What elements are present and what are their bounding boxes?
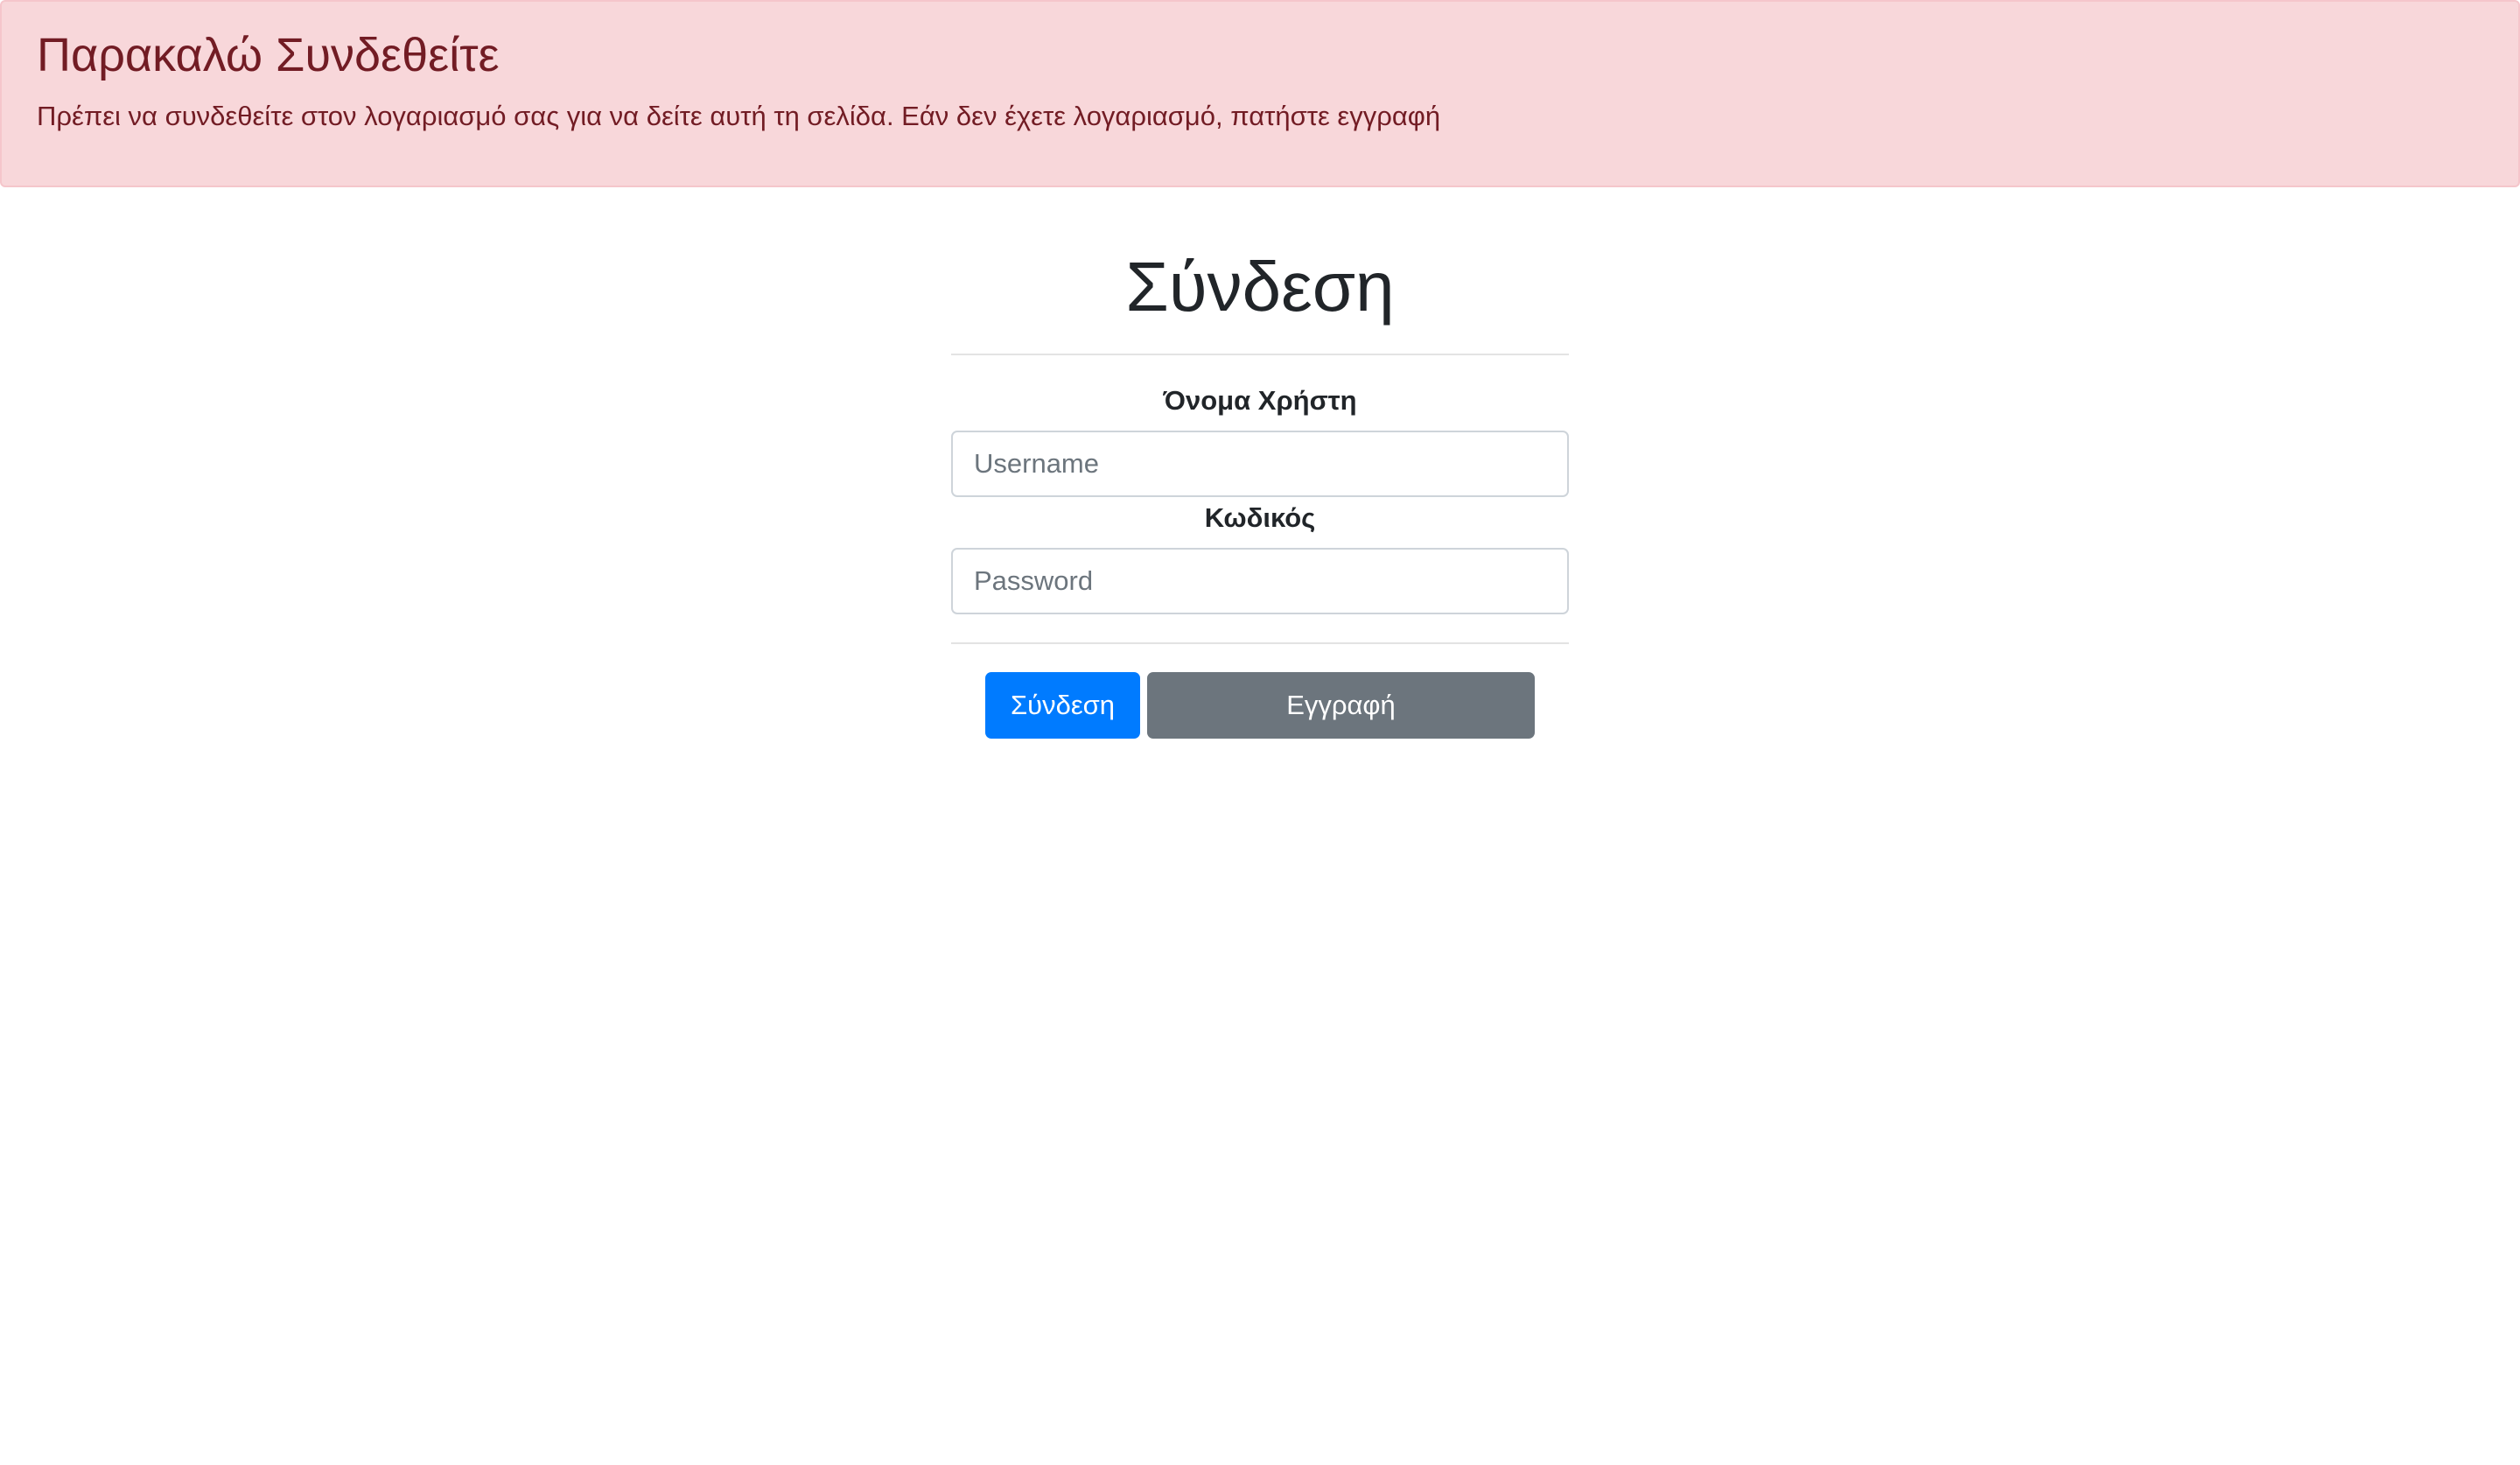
alert-message: Πρέπει να συνδεθείτε στον λογαριασμό σας… [37, 101, 1441, 131]
login-button[interactable]: Σύνδεση [985, 672, 1140, 739]
login-form: Σύνδεση Όνομα Χρήστη Κωδικός Σύνδεση Εγγ… [951, 236, 1569, 739]
username-label: Όνομα Χρήστη [1163, 385, 1357, 416]
divider-top [951, 354, 1569, 355]
divider-bottom [951, 642, 1569, 644]
password-input[interactable] [951, 548, 1569, 614]
register-button[interactable]: Εγγραφή [1147, 672, 1535, 739]
page-title: Σύνδεση [1125, 248, 1395, 326]
username-input[interactable] [951, 431, 1569, 497]
login-required-alert: Παρακαλώ Συνδεθείτε Πρέπει να συνδεθείτε… [0, 0, 2520, 187]
form-actions: Σύνδεση Εγγραφή [951, 672, 1569, 739]
alert-heading: Παρακαλώ Συνδεθείτε [37, 29, 500, 81]
password-label: Κωδικός [1204, 502, 1316, 533]
